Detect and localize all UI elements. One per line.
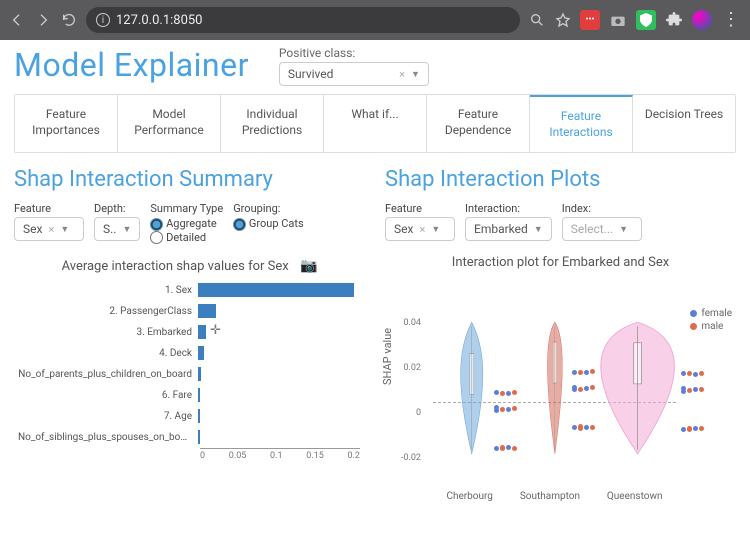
bar [198,304,216,318]
nav-tabs: Feature Importances Model Performance In… [14,94,736,153]
browser-toolbar: i 127.0.0.1:8050 ••• ⋮ [0,0,750,40]
tab-model-performance[interactable]: Model Performance [118,95,221,152]
chevron-down-icon: ▼ [411,69,420,80]
forward-icon[interactable] [34,11,52,29]
violin-body [589,314,686,462]
back-icon[interactable] [8,11,26,29]
grouping-label: Grouping: [233,202,304,215]
clear-icon[interactable]: × [419,223,425,236]
url-text: 127.0.0.1:8050 [116,13,203,28]
feature-label-r: Feature [385,202,455,215]
bar-category: 6. Fare [18,390,198,401]
tab-feature-interactions[interactable]: Feature Interactions [530,95,633,152]
bar-row: 6. Fare [18,385,365,405]
depth-select[interactable]: S.. ▼ [94,217,140,241]
reload-icon[interactable] [60,11,78,29]
violin-chart: SHAP value -0.0200.020.04 CherbourgSouth… [385,280,736,510]
interaction-select[interactable]: Embarked ▼ [465,217,552,241]
summary-heading: Shap Interaction Summary [14,167,365,192]
bar-row: No_of_parents_plus_children_on_board [18,364,365,384]
star-icon[interactable] [554,11,572,29]
violin-body [533,314,577,462]
crosshair-icon: ✛ [210,323,221,338]
scatter-points [681,314,705,462]
chevron-down-icon: ▼ [122,224,131,235]
address-bar[interactable]: i 127.0.0.1:8050 [86,7,520,33]
bar-row: 7. Age [18,406,365,426]
bar-category: No_of_parents_plus_children_on_board [18,369,198,380]
legend: female male [690,308,732,334]
positive-class-label: Positive class: [279,46,429,60]
bar-category: 4. Deck [18,348,198,359]
camera-icon[interactable]: 📷 [300,258,317,274]
bar-chart-xaxis: 00.050.10.150.2 [200,448,360,461]
tab-individual-predictions[interactable]: Individual Predictions [221,95,324,152]
index-select[interactable]: Select... ▼ [562,217,642,241]
bar [198,430,200,444]
bar-category: No_of_siblings_plus_spouses_on_board [18,432,198,443]
extensions-icon[interactable] [664,10,684,30]
clear-icon[interactable]: × [399,68,405,81]
shield-icon[interactable] [636,10,656,30]
interaction-label: Interaction: [465,202,552,215]
tab-feature-importances[interactable]: Feature Importances [15,95,118,152]
page-title: Model Explainer [14,46,249,84]
x-tick: Queenstown [607,491,663,502]
bar [198,283,354,297]
bar-row: 4. Deck [18,343,365,363]
bar-row: 1. Sex [18,280,365,300]
bar-chart: 1. Sex 2. PassengerClass 3. Embarked ✛ 4. De… [14,280,365,447]
chevron-down-icon: ▼ [534,224,543,235]
scatter-points [494,314,518,462]
index-label: Index: [562,202,642,215]
violin-body [445,314,498,462]
radio-detailed[interactable]: Detailed [150,231,223,245]
feature-select[interactable]: Sex × ▼ [14,217,84,241]
positive-class-select[interactable]: Survived × ▼ [279,62,429,86]
radio-aggregate[interactable]: Aggregate [150,217,223,231]
summary-type-label: Summary Type [150,202,223,215]
violin-chart-title: Interaction plot for Embarked and Sex [385,255,736,270]
tab-what-if[interactable]: What if... [324,95,427,152]
depth-label: Depth: [94,202,140,215]
tab-decision-trees[interactable]: Decision Trees [633,95,735,152]
bar-category: 1. Sex [18,285,198,296]
feature-label: Feature [14,202,84,215]
radio-group-cats[interactable]: Group Cats [233,217,304,231]
bar-chart-title: Average interaction shap values for Sex [62,259,289,274]
legend-dot-male [690,323,697,330]
plots-heading: Shap Interaction Plots [385,167,736,192]
bar [198,367,201,381]
chevron-down-icon: ▼ [431,224,440,235]
x-tick: Southampton [520,491,580,502]
profile-avatar[interactable] [692,10,712,30]
clear-icon[interactable]: × [48,223,54,236]
x-tick: Cherbourg [446,491,492,502]
bar-row: 2. PassengerClass [18,301,365,321]
bar-category: 3. Embarked [18,327,198,338]
search-icon[interactable] [528,11,546,29]
positive-class-value: Survived [288,67,334,81]
extension-red-icon[interactable]: ••• [580,10,600,30]
bar-row: No_of_siblings_plus_spouses_on_board [18,427,365,447]
legend-dot-female [690,310,697,317]
chevron-down-icon: ▼ [60,224,69,235]
bar-row: 3. Embarked ✛ [18,322,365,342]
bar [198,409,200,423]
bar [198,325,206,339]
camera-icon[interactable] [608,10,628,30]
bar-category: 7. Age [18,411,198,422]
tab-feature-dependence[interactable]: Feature Dependence [427,95,530,152]
bar [198,388,200,402]
bar-category: 2. PassengerClass [18,306,198,317]
feature-select-r[interactable]: Sex × ▼ [385,217,455,241]
info-icon[interactable]: i [96,13,110,27]
chevron-down-icon: ▼ [619,224,628,235]
bar [198,346,204,360]
